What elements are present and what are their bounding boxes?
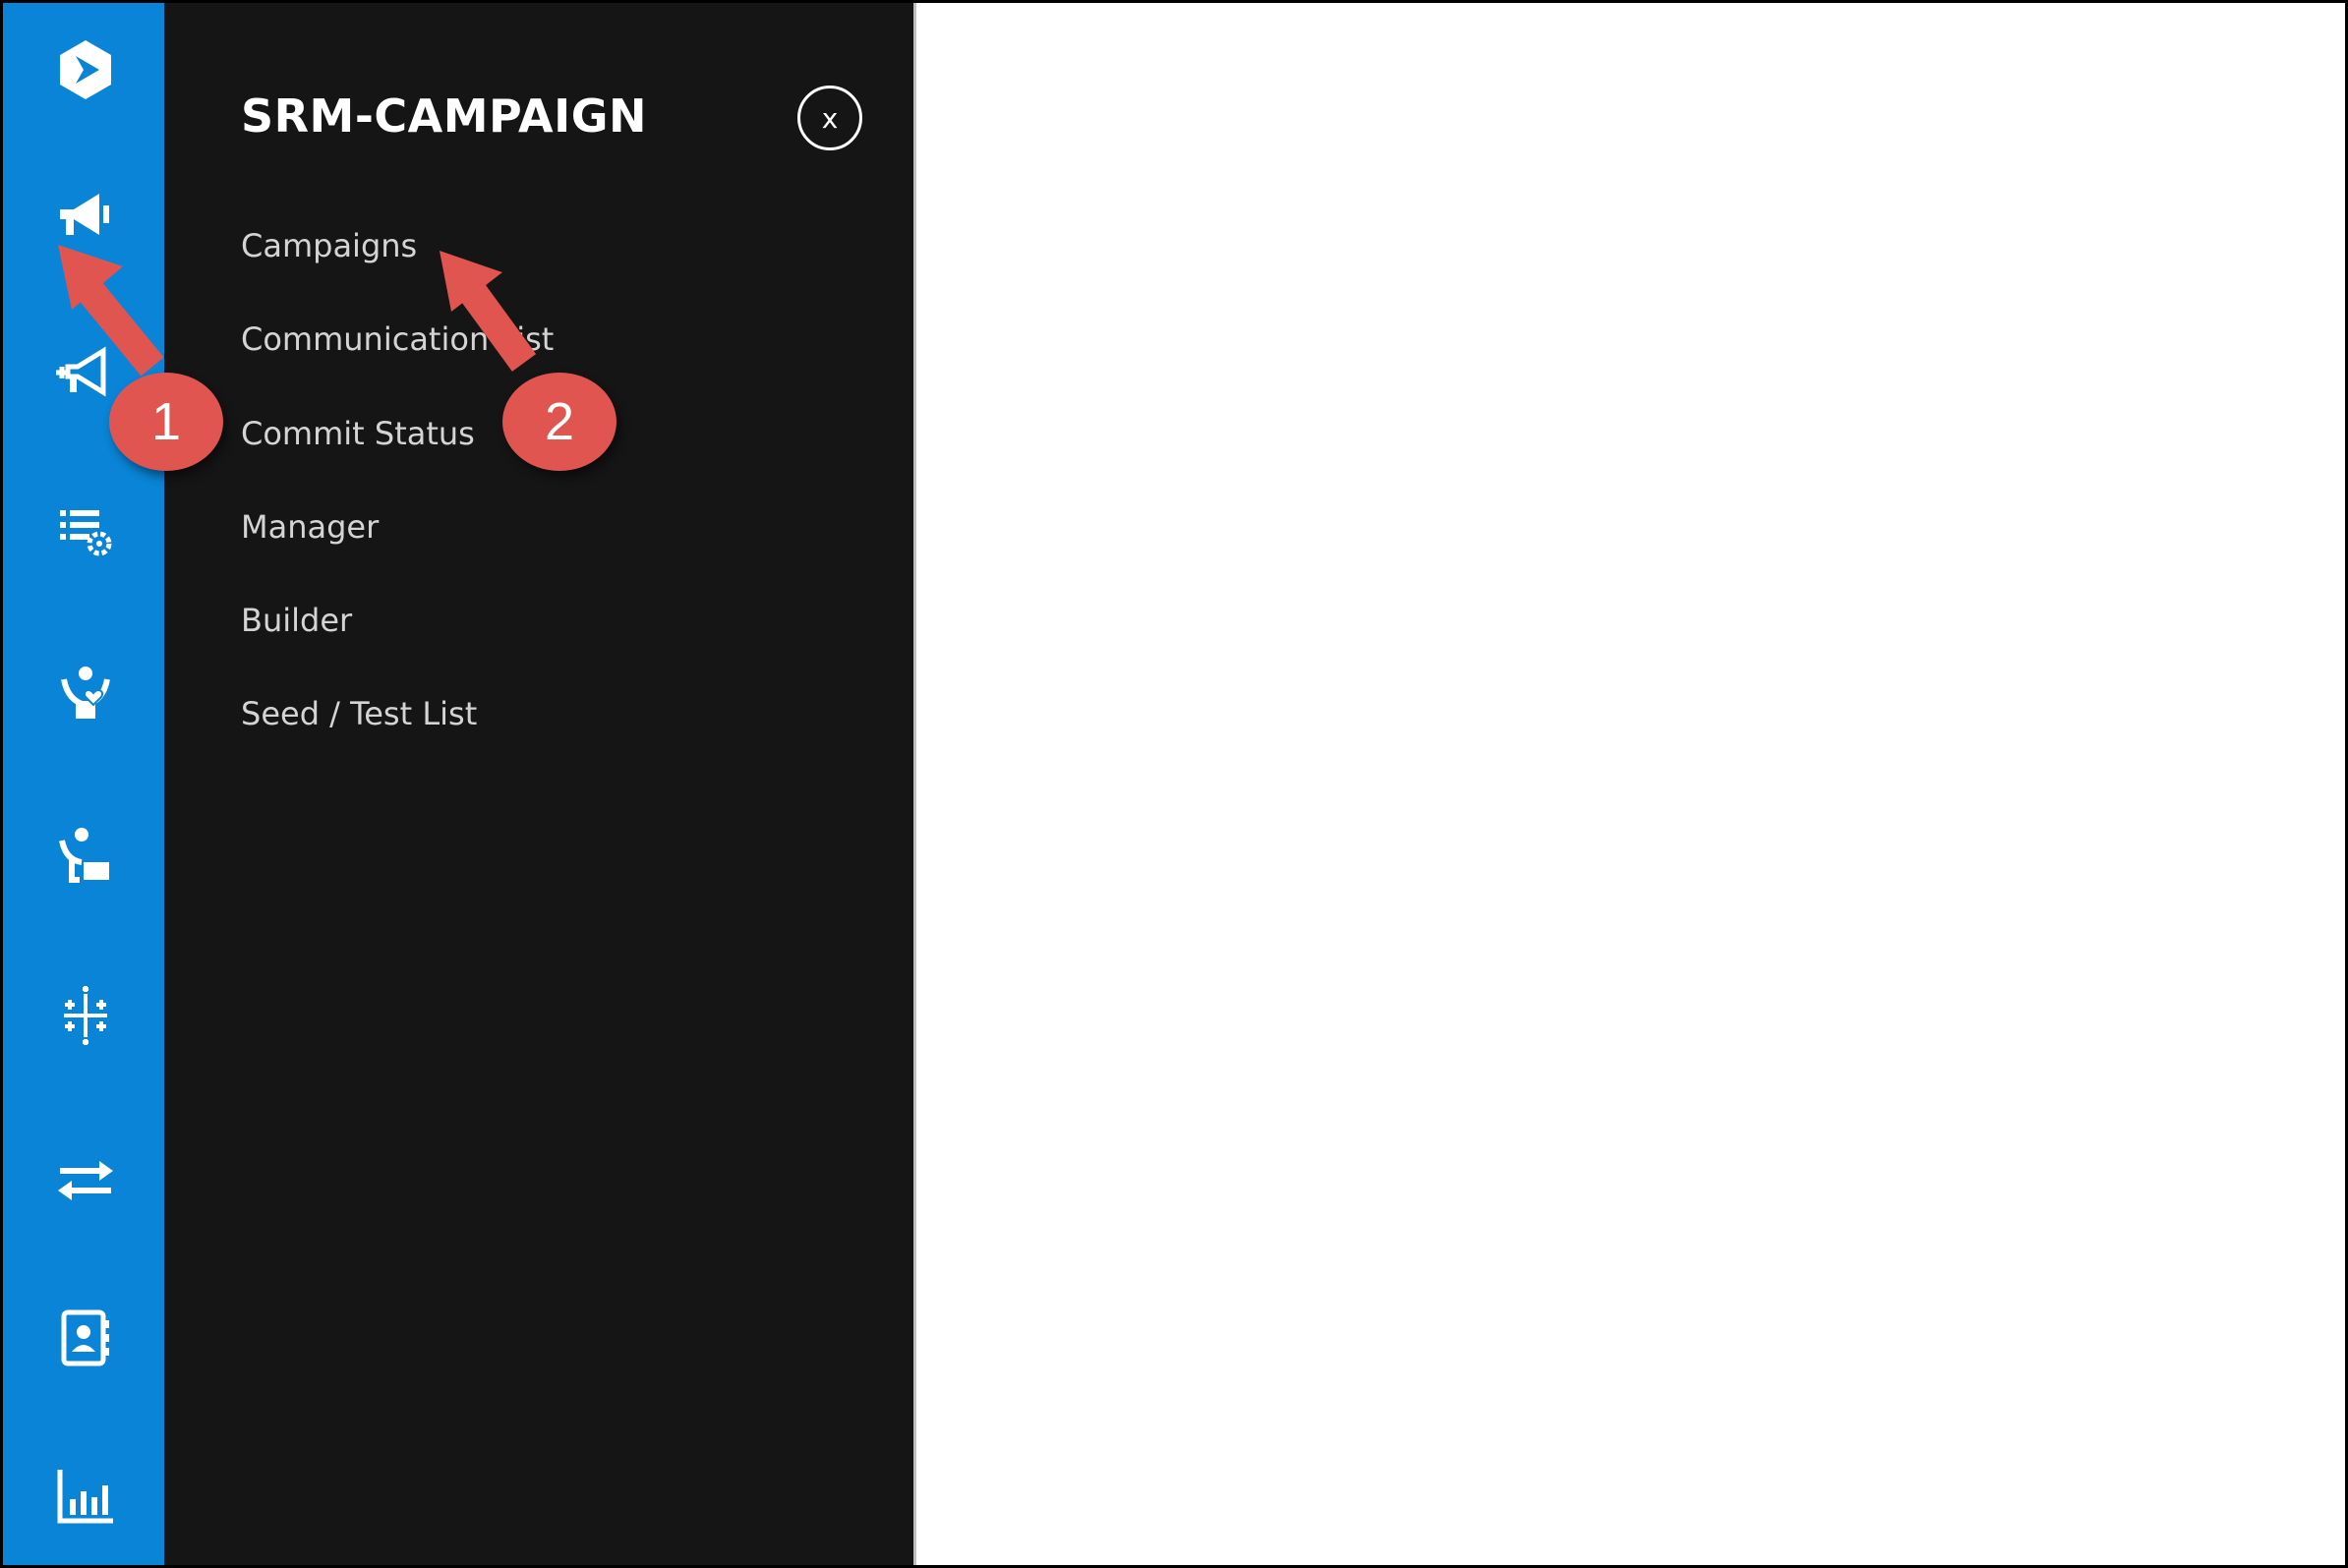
srm-campaign-panel: SRM-CAMPAIGN x Campaigns Communication L… [164, 3, 913, 1565]
menu-item-commit-status[interactable]: Commit Status [241, 415, 475, 452]
main-content-area [913, 3, 2345, 1565]
tableau-icon[interactable] [54, 984, 117, 1047]
callout-badge-1: 1 [109, 373, 223, 471]
menu-item-builder[interactable]: Builder [241, 602, 352, 639]
close-button[interactable]: x [797, 86, 862, 150]
app-window: SRM-CAMPAIGN x Campaigns Communication L… [0, 0, 2348, 1568]
volunteer-icon[interactable] [54, 823, 117, 886]
close-icon: x [821, 101, 839, 135]
panel-title: SRM-CAMPAIGN [241, 89, 648, 143]
megaphone-icon[interactable] [54, 186, 117, 249]
list-settings-icon[interactable] [54, 500, 117, 563]
contacts-icon[interactable] [54, 1307, 117, 1369]
menu-item-seed-test-list[interactable]: Seed / Test List [241, 695, 477, 732]
menu-item-communication-list[interactable]: Communication List [241, 320, 554, 358]
transfer-icon[interactable] [54, 1149, 117, 1212]
menu-item-campaigns[interactable]: Campaigns [241, 227, 417, 264]
icon-rail [3, 3, 164, 1565]
reports-chart-icon[interactable] [54, 1464, 117, 1527]
megaphone-plus-icon[interactable] [54, 343, 117, 406]
callout-badge-2: 2 [502, 373, 616, 471]
menu-item-manager[interactable]: Manager [241, 508, 379, 546]
donor-heart-icon[interactable] [54, 662, 117, 725]
logo-icon[interactable] [54, 38, 117, 101]
